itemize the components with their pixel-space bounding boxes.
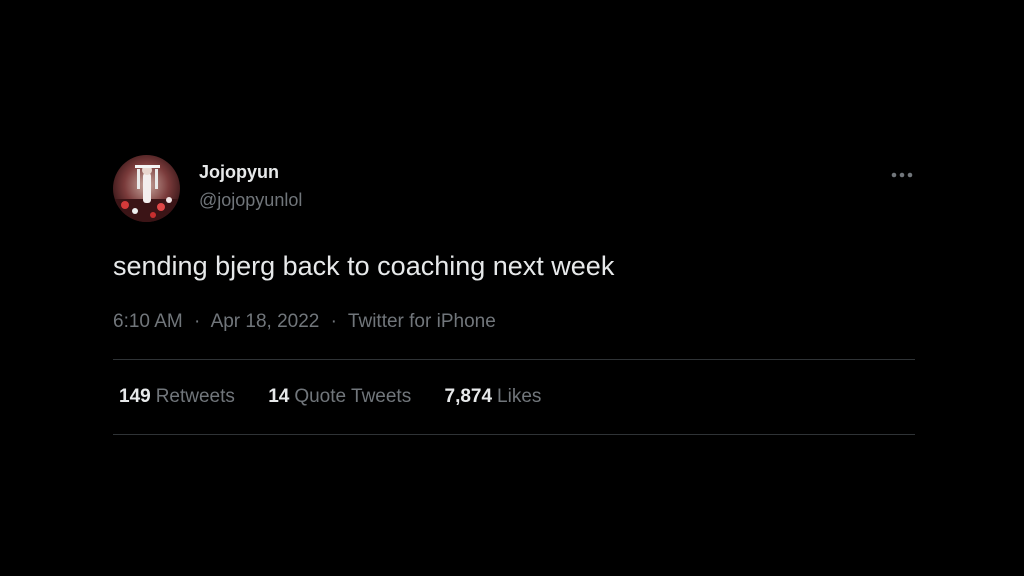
more-options-button[interactable] — [889, 163, 915, 187]
tweet-source[interactable]: Twitter for iPhone — [348, 311, 496, 332]
author-handle[interactable]: @jojopyunlol — [199, 188, 302, 212]
retweets-count: 149 — [119, 386, 151, 407]
divider — [113, 434, 915, 435]
tweet-time[interactable]: 6:10 AM — [113, 311, 183, 332]
retweets-stat[interactable]: 149 Retweets — [119, 385, 235, 409]
tweet-meta: 6:10 AM · Apr 18, 2022 · Twitter for iPh… — [113, 310, 496, 334]
quote-tweets-count: 14 — [268, 386, 290, 407]
quote-tweets-label: Quote Tweets — [294, 386, 412, 407]
meta-separator: · — [194, 311, 201, 332]
tweet-header: Jojopyun @jojopyunlol — [113, 155, 915, 223]
more-horizontal-icon — [891, 172, 913, 178]
likes-label: Likes — [497, 386, 542, 407]
avatar[interactable] — [113, 155, 180, 222]
author-names: Jojopyun @jojopyunlol — [199, 160, 302, 212]
retweets-label: Retweets — [155, 386, 235, 407]
tweet-card: Jojopyun @jojopyunlol sending bjerg back… — [113, 155, 915, 435]
tweet-date[interactable]: Apr 18, 2022 — [211, 311, 320, 332]
tweet-stats: 149 Retweets 14 Quote Tweets 7,874 Likes — [119, 385, 569, 409]
likes-count: 7,874 — [444, 386, 493, 407]
author-display-name[interactable]: Jojopyun — [199, 160, 302, 184]
divider — [113, 359, 915, 360]
meta-separator: · — [330, 311, 337, 332]
likes-stat[interactable]: 7,874 Likes — [445, 385, 542, 409]
quote-tweets-stat[interactable]: 14 Quote Tweets — [268, 385, 411, 409]
tweet-text: sending bjerg back to coaching next week — [113, 251, 615, 281]
